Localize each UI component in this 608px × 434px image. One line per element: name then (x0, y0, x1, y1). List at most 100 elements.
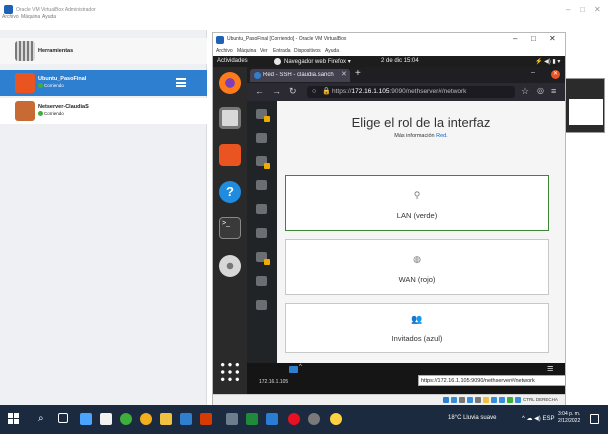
show-apps-icon[interactable] (219, 361, 241, 383)
audio-icon[interactable] (459, 397, 465, 403)
edge-icon[interactable] (120, 413, 132, 425)
pocket-icon[interactable]: ◎ (537, 86, 544, 95)
windows-start-icon[interactable] (8, 413, 19, 424)
system-icon[interactable] (256, 133, 267, 143)
vm-maximize-button[interactable]: □ (531, 34, 536, 43)
software-dock-icon[interactable] (219, 144, 241, 166)
forward-button[interactable]: → (272, 86, 281, 96)
cpu-icon[interactable] (507, 397, 513, 403)
file-explorer-icon[interactable] (160, 413, 172, 425)
vm-menu-ayuda[interactable]: Ayuda (325, 48, 339, 54)
help-dock-icon[interactable]: ? (219, 181, 241, 203)
firefox-close-button[interactable]: ✕ (551, 70, 560, 79)
settings-icon[interactable] (256, 228, 267, 238)
activities-button[interactable]: Actividades (217, 58, 248, 64)
vm-close-button[interactable]: ✕ (549, 34, 556, 43)
tools-nav-icon[interactable] (256, 300, 267, 310)
role-card-lan[interactable]: ⚲ LAN (verde) (285, 175, 549, 231)
applications-icon[interactable] (256, 204, 267, 214)
terminal-dock-icon[interactable]: >_ (219, 217, 241, 239)
manager-menu-ayuda[interactable]: Ayuda (42, 14, 56, 20)
network-adapter-icon[interactable] (467, 397, 473, 403)
firefox-minimize-button[interactable]: – (531, 69, 535, 76)
network-status-icon[interactable] (289, 366, 298, 373)
role-card-wan[interactable]: ◍ WAN (rojo) (285, 239, 549, 295)
office-icon[interactable] (200, 413, 212, 425)
store-icon[interactable] (180, 413, 192, 425)
security-icon[interactable] (256, 276, 267, 286)
network-nav-icon[interactable] (256, 156, 270, 169)
tools-item[interactable]: Herramientas (0, 38, 207, 64)
vscode-icon[interactable] (266, 413, 278, 425)
manager-close-button[interactable]: ✕ (594, 6, 601, 14)
vm-menu-archivo[interactable]: Archivo (216, 48, 233, 54)
bottom-menu-icon[interactable]: ≡ (547, 363, 553, 375)
manager-minimize-button[interactable]: – (566, 6, 570, 14)
system-tray-icon[interactable]: ⚡ ◀) ▮ ▾ (535, 58, 560, 65)
virtualbox-taskbar-icon[interactable] (330, 413, 342, 425)
search-icon[interactable]: ⌕ (38, 413, 50, 425)
disc-dock-icon[interactable] (219, 255, 241, 277)
app-red-icon[interactable] (288, 413, 300, 425)
vm-list-item[interactable]: Ubuntu_PasoFinal Corriendo (0, 70, 207, 96)
files-dock-icon[interactable] (219, 107, 241, 129)
taskbar-clock[interactable]: 3:04 p. m. 2/12/2022 (558, 411, 580, 425)
language-indicator[interactable]: ESP (542, 416, 554, 422)
calendar-app-icon[interactable] (100, 413, 112, 425)
new-tab-button[interactable]: + (355, 68, 361, 79)
vm-menu-dispositivos[interactable]: Dispositivos (294, 48, 321, 54)
firefox-tab-strip: Red - SSH - claudia.sanch ✕ + – ✕ (247, 67, 565, 83)
role-card-guests[interactable]: 👥 Invitados (azul) (285, 303, 549, 353)
vm-preview-thumbnail (560, 78, 605, 133)
back-button[interactable]: ← (255, 86, 264, 96)
weather-widget[interactable]: 18°C Lluvia suave (448, 415, 496, 421)
tools-icon (15, 41, 35, 61)
manager-menu-archivo[interactable]: Archivo (2, 14, 19, 20)
url-bar[interactable]: ○ 🔒 https://172.16.1.105:9090/nethserver… (307, 86, 515, 98)
widgets-icon[interactable] (80, 413, 92, 425)
app-icon[interactable] (226, 413, 238, 425)
vm-menu-bar: Archivo Máquina Ver Entrada Dispositivos… (213, 47, 565, 56)
recording-icon[interactable] (499, 397, 505, 403)
gnome-clock[interactable]: 2 de dic 15:04 (381, 58, 419, 64)
lock-icon[interactable]: 🔒 (322, 87, 331, 95)
tray-icons[interactable]: ^ ☁ ◀) ESP (522, 415, 554, 422)
users-icon: 👥 (411, 314, 423, 324)
notification-icon[interactable] (590, 414, 599, 424)
vm-menu-entrada[interactable]: Entrada (273, 48, 291, 54)
vm-item-menu-icon[interactable] (176, 78, 186, 87)
shared-folder-icon[interactable] (483, 397, 489, 403)
browser-tab[interactable]: Red - SSH - claudia.sanch ✕ (250, 69, 350, 82)
page-title: Elige el rol de la interfaz (351, 115, 491, 130)
vm-menu-ver[interactable]: Ver (260, 48, 268, 54)
firefox-dock-icon[interactable] (219, 72, 241, 94)
hamburger-menu-icon[interactable]: ≡ (551, 86, 556, 96)
firefox-nav-bar: ← → ↻ ○ 🔒 https://172.16.1.105:9090/neth… (247, 83, 565, 101)
dashboard-icon[interactable] (256, 109, 270, 122)
manager-maximize-button[interactable]: □ (580, 6, 585, 14)
vm-list-item[interactable]: Netserver-ClaudiaS Corriendo (0, 98, 207, 124)
reload-button[interactable]: ↻ (289, 86, 297, 97)
users-nav-icon[interactable] (256, 252, 270, 265)
app-menu[interactable]: Navegador web Firefox ▾ (284, 58, 351, 65)
display-icon[interactable] (491, 397, 497, 403)
bookmark-star-icon[interactable]: ☆ (521, 86, 529, 97)
usb-icon[interactable] (475, 397, 481, 403)
maps-icon[interactable] (308, 413, 320, 425)
task-view-icon[interactable] (58, 413, 68, 423)
tab-close-icon[interactable]: ✕ (341, 70, 347, 78)
vm-minimize-button[interactable]: – (513, 34, 517, 43)
cockpit-main-content: Elige el rol de la interfaz Más informac… (277, 101, 565, 363)
excel-icon[interactable] (246, 413, 258, 425)
storage-icon[interactable] (256, 180, 267, 190)
tab-title: Red - SSH - claudia.sanch (263, 72, 334, 78)
manager-menu-maquina[interactable]: Máquina (21, 14, 40, 20)
tracking-shield-icon[interactable]: ○ (312, 88, 316, 95)
hdd-icon[interactable] (443, 397, 449, 403)
vm-menu-maquina[interactable]: Máquina (237, 48, 256, 54)
chevron-up-icon[interactable]: ^ (299, 364, 302, 370)
chrome-icon[interactable] (140, 413, 152, 425)
more-info-link[interactable]: Red. (436, 133, 448, 139)
optical-drive-icon[interactable] (451, 397, 457, 403)
mouse-integration-icon[interactable] (515, 397, 521, 403)
